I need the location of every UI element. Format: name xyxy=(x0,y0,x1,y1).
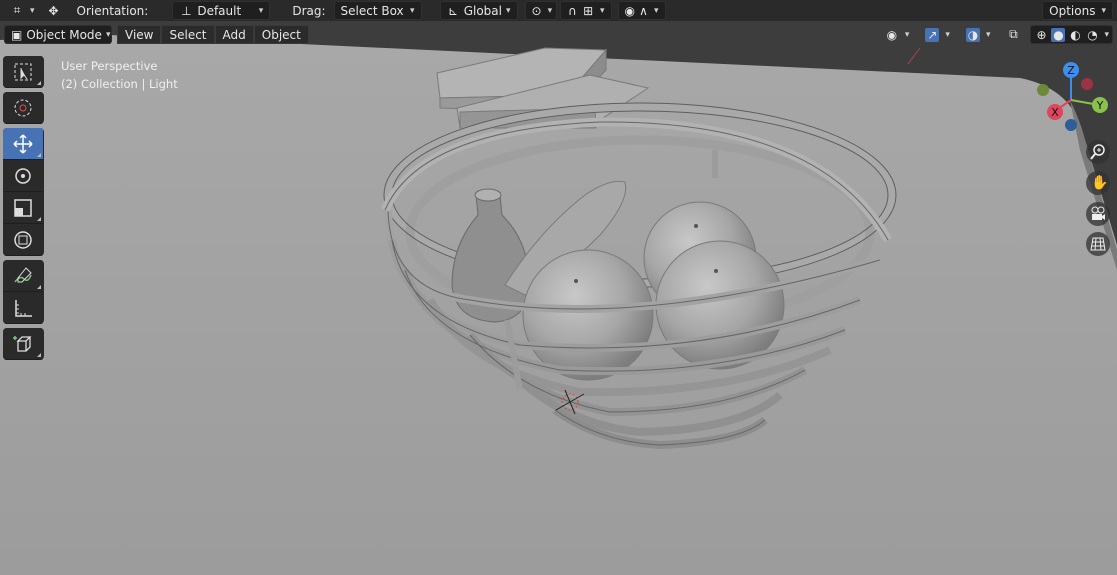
gizmo-toggle[interactable]: ↗ ▾ xyxy=(919,25,956,44)
x-axis-label: X xyxy=(1051,106,1059,119)
pan-button[interactable]: ✋ xyxy=(1086,171,1110,195)
perspective-label: User Perspective xyxy=(61,59,158,73)
move-icon: ⌗ xyxy=(13,3,21,17)
xray-toggle[interactable]: ⧉ xyxy=(1000,25,1026,44)
chevron-down-icon: ▾ xyxy=(1101,5,1106,16)
chevron-down-icon: ▾ xyxy=(505,5,511,16)
select-box-tool[interactable] xyxy=(3,56,43,88)
material-shading-icon: ◐ xyxy=(1070,27,1081,42)
chevron-down-icon: ▾ xyxy=(105,29,111,40)
orientation-value: Default xyxy=(197,3,242,18)
drag-dropdown[interactable]: Select Box ▾ xyxy=(333,1,422,20)
move-tool[interactable] xyxy=(3,128,43,160)
transform-orientation-dropdown[interactable]: ⊾ Global ▾ xyxy=(439,1,518,20)
add-cube-icon xyxy=(13,335,32,352)
eye-icon: ◉ xyxy=(886,27,898,42)
camera-icon xyxy=(1091,206,1105,220)
falloff-icon: ∧ xyxy=(639,3,648,18)
chevron-down-icon: ▾ xyxy=(258,5,264,16)
z-axis-label: Z xyxy=(1067,64,1075,77)
transform-value: Global xyxy=(463,3,502,18)
grid-ortho-icon xyxy=(1090,237,1106,251)
options-dropdown[interactable]: Options ▾ xyxy=(1042,1,1113,20)
chevron-down-icon: ▾ xyxy=(945,29,950,40)
snap-increment-icon: ⊞ xyxy=(583,3,594,18)
drag-value: Select Box xyxy=(340,3,404,18)
object-mode-icon: ▣ xyxy=(11,27,23,42)
rotate-tool[interactable] xyxy=(3,160,43,192)
collection-label: (2) Collection | Light xyxy=(61,77,178,91)
annotate-icon xyxy=(14,266,32,282)
measure-tool[interactable] xyxy=(3,292,43,324)
transform-icon xyxy=(14,230,32,249)
gizmo-arrow-icon: ↗ xyxy=(925,27,940,42)
chevron-down-icon: ▾ xyxy=(653,5,659,16)
transform-tool-icon[interactable]: ⌗ ▾ xyxy=(4,1,41,20)
select-box-icon xyxy=(14,63,32,80)
options-label: Options xyxy=(1049,3,1096,18)
orientation-dropdown[interactable]: ⊥ Default ▾ xyxy=(172,1,271,20)
chevron-down-icon: ▾ xyxy=(985,29,991,40)
chevron-down-icon: ▾ xyxy=(409,5,415,16)
overlays-toggle[interactable]: ◑ ▾ xyxy=(960,25,997,44)
annotate-tool[interactable] xyxy=(3,260,43,292)
menu-select[interactable]: Select xyxy=(161,25,215,44)
rotate-icon xyxy=(15,167,31,184)
menu-object[interactable]: Object xyxy=(253,25,309,44)
chevron-down-icon: ▾ xyxy=(547,5,553,16)
menu-add[interactable]: Add xyxy=(214,25,254,44)
chevron-down-icon: ▾ xyxy=(30,5,35,16)
cursor-icon xyxy=(14,99,32,116)
pivot-icon: ⊙ xyxy=(531,3,542,18)
cursor-tool[interactable] xyxy=(3,92,43,124)
scale-tool[interactable] xyxy=(3,192,43,224)
viewport-header: ▣ Object Mode ▾ View Select Add Object ◉… xyxy=(0,24,1117,45)
scale-icon xyxy=(14,198,32,217)
snap-magnet-icon: ∩ xyxy=(567,3,577,18)
proportional-edit-group[interactable]: ◉ ∧ ▾ xyxy=(617,1,666,20)
chevron-down-icon: ▾ xyxy=(904,29,910,40)
global-axis-icon: ⊾ xyxy=(448,3,459,18)
proportional-edit-icon: ◉ xyxy=(624,3,635,18)
zoom-icon xyxy=(1090,144,1105,160)
orientation-icon: ⊥ xyxy=(181,3,192,18)
mode-dropdown[interactable]: ▣ Object Mode ▾ xyxy=(4,25,112,44)
navigation-gizmo[interactable]: Z Y X xyxy=(1028,58,1114,136)
chevron-down-icon: ▾ xyxy=(599,5,605,16)
snap-group[interactable]: ∩ ⊞ ▾ xyxy=(559,1,612,20)
orientation-label: Orientation: xyxy=(76,3,149,18)
ortho-toggle-button[interactable] xyxy=(1086,232,1110,256)
overlays-icon: ◑ xyxy=(965,27,980,42)
add-cube-tool[interactable] xyxy=(3,328,43,360)
camera-view-button[interactable] xyxy=(1086,202,1110,226)
solid-shading-icon: ● xyxy=(1051,27,1066,42)
hand-pan-icon: ✋ xyxy=(1091,175,1109,191)
menu-view[interactable]: View xyxy=(117,25,162,44)
viewport-info: User Perspective (2) Collection | Light xyxy=(61,57,178,93)
pivot-dropdown[interactable]: ⊙ ▾ xyxy=(524,1,557,20)
y-axis-label: Y xyxy=(1096,99,1104,112)
move-arrows-icon: ✥ xyxy=(48,3,59,18)
move-icon xyxy=(13,133,33,154)
mode-value: Object Mode xyxy=(26,27,102,42)
rendered-shading-icon: ◔ xyxy=(1087,27,1098,42)
xray-icon: ⧉ xyxy=(1009,27,1018,41)
tool-settings-header: ⌗ ▾ ✥ Orientation: ⊥ Default ▾ Drag: Sele… xyxy=(0,0,1117,21)
shading-group[interactable]: ⊕ ● ◐ ◔ ▾ xyxy=(1030,25,1113,44)
drag-label: Drag: xyxy=(292,3,326,18)
gizmo-icon[interactable]: ✥ xyxy=(41,1,67,20)
transform-tool[interactable] xyxy=(3,224,43,256)
visibility-dropdown[interactable]: ◉ ▾ xyxy=(879,25,916,44)
measure-icon xyxy=(15,299,32,317)
wireframe-shading-icon: ⊕ xyxy=(1036,27,1047,42)
chevron-down-icon: ▾ xyxy=(1104,29,1109,40)
toolbar xyxy=(3,56,44,364)
zoom-button[interactable] xyxy=(1086,140,1110,164)
